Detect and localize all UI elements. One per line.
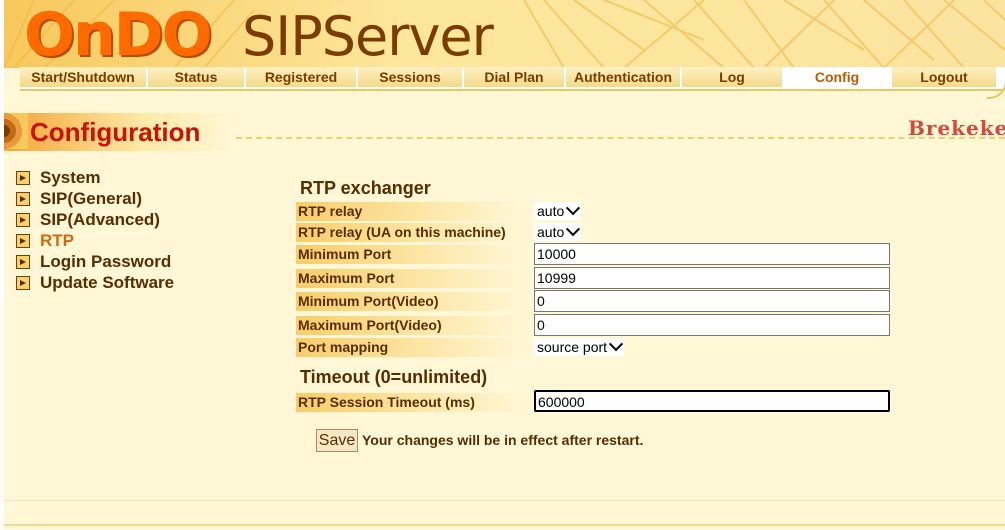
session-timeout-input[interactable]: 600000 (534, 390, 890, 412)
chevron-down-icon (566, 222, 581, 237)
sipserver-logo: SIPServer (242, 5, 494, 68)
config-sidebar-menu: System SIP(General) SIP(Advanced) RTP Lo… (16, 167, 174, 293)
rtp-relay-ua-select[interactable]: auto (534, 222, 582, 241)
nav-status[interactable]: Status (148, 67, 244, 87)
port-mapping-select[interactable]: source port (534, 337, 625, 356)
min-port-video-input[interactable]: 0 (534, 290, 890, 312)
nav-dial-plan[interactable]: Dial Plan (464, 67, 564, 87)
rtp-relay-ua-value: auto (537, 224, 565, 240)
restart-note: Your changes will be in effect after res… (362, 432, 644, 448)
min-port-video-row: Minimum Port(Video) (296, 291, 526, 312)
max-port-label: Maximum Port (296, 269, 526, 288)
menu-item-login-password[interactable]: Login Password (16, 251, 174, 272)
nav-config[interactable]: Config (784, 67, 890, 87)
min-port-video-label: Minimum Port(Video) (296, 292, 526, 311)
menu-item-label: System (40, 167, 101, 187)
nav-log[interactable]: Log (682, 67, 782, 87)
arrow-right-icon (16, 170, 30, 185)
arrow-right-icon (16, 254, 30, 269)
save-button[interactable]: Save (316, 429, 358, 452)
nav-logout[interactable]: Logout (892, 67, 996, 87)
port-mapping-label: Port mapping (296, 338, 526, 357)
menu-item-rtp[interactable]: RTP (16, 230, 174, 251)
menu-item-sip-general[interactable]: SIP(General) (16, 188, 174, 209)
max-port-video-label: Maximum Port(Video) (296, 316, 526, 335)
rtp-relay-value: auto (537, 203, 565, 219)
port-mapping-value: source port (537, 339, 608, 355)
max-port-row: Maximum Port (296, 268, 526, 289)
port-mapping-row: Port mapping (296, 337, 526, 358)
max-port-input[interactable]: 10999 (534, 267, 890, 289)
sunburst-icon (4, 113, 28, 149)
rtp-section-title: RTP exchanger (300, 178, 431, 198)
menu-item-label: Update Software (40, 272, 175, 292)
timeout-section-title: Timeout (0=unlimited) (300, 367, 488, 387)
arrow-right-icon (16, 233, 30, 248)
footer-border (4, 524, 1005, 526)
nav-authentication[interactable]: Authentication (566, 67, 680, 87)
rtp-relay-ua-row: RTP relay (UA on this machine) (296, 222, 526, 243)
menu-item-label: SIP(Advanced) (40, 209, 160, 229)
menu-item-update-software[interactable]: Update Software (16, 272, 174, 293)
header-banner: OnDO SIPServer (4, 0, 1005, 68)
nav-sessions[interactable]: Sessions (358, 67, 462, 87)
top-navigation: Start/Shutdown Status Registered Session… (20, 67, 1005, 91)
rtp-relay-select[interactable]: auto (534, 201, 582, 220)
arrow-right-icon (16, 275, 30, 290)
nav-corner-decoration (987, 67, 1005, 99)
arrow-right-icon (16, 191, 30, 206)
page-frame: OnDO SIPServer Start/Shutdown Status Reg… (4, 0, 1005, 530)
page-title: Configuration (30, 117, 201, 147)
max-port-video-input[interactable]: 0 (534, 314, 890, 336)
min-port-row: Minimum Port (296, 244, 526, 265)
min-port-input[interactable]: 10000 (534, 243, 890, 265)
brekeke-logo: Brekeke (908, 116, 1005, 140)
ondo-logo: OnDO (24, 0, 213, 68)
arrow-right-icon (16, 212, 30, 227)
menu-item-label: SIP(General) (40, 188, 143, 208)
chevron-down-icon (566, 201, 581, 216)
rtp-relay-label: RTP relay (296, 202, 526, 221)
rtp-relay-row: RTP relay (296, 201, 526, 222)
session-timeout-label: RTP Session Timeout (ms) (296, 393, 526, 412)
nav-registered[interactable]: Registered (246, 67, 356, 87)
min-port-label: Minimum Port (296, 245, 526, 264)
footer-divider (4, 500, 1005, 501)
session-timeout-row: RTP Session Timeout (ms) (296, 392, 526, 413)
menu-item-label: RTP (40, 230, 74, 250)
title-divider (236, 137, 1005, 139)
menu-item-label: Login Password (40, 251, 172, 271)
menu-item-system[interactable]: System (16, 167, 174, 188)
chevron-down-icon (608, 337, 624, 352)
max-port-video-row: Maximum Port(Video) (296, 315, 526, 336)
nav-start-shutdown[interactable]: Start/Shutdown (20, 67, 146, 87)
menu-item-sip-advanced[interactable]: SIP(Advanced) (16, 209, 174, 230)
rtp-relay-ua-label: RTP relay (UA on this machine) (296, 223, 526, 242)
